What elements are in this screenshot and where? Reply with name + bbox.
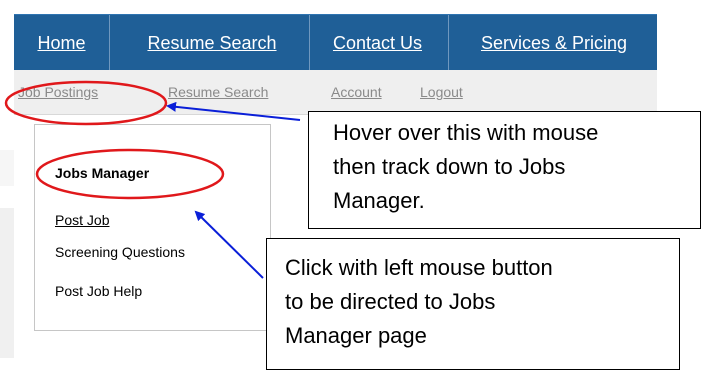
subnav-resume-search-link[interactable]: Resume Search [168, 70, 268, 114]
job-postings-dropdown-menu: Jobs Manager Post Job Screening Question… [34, 124, 271, 331]
callout-line: Hover over this with mouse [333, 120, 599, 145]
menu-item-post-job-help[interactable]: Post Job Help [55, 283, 142, 299]
menu-item-post-job[interactable]: Post Job [55, 212, 109, 228]
subnav-logout-link[interactable]: Logout [420, 70, 463, 114]
left-edge-gray-panel [0, 208, 14, 358]
top-navigation-bar: Home Resume Search Contact Us Services &… [14, 14, 657, 71]
subnav-account-link[interactable]: Account [331, 70, 382, 114]
callout-line: Manager. [333, 188, 425, 213]
nav-home-link[interactable]: Home [14, 15, 109, 71]
nav-contact-us-link[interactable]: Contact Us [310, 15, 445, 71]
subnav-job-postings-link[interactable]: Job Postings [18, 70, 98, 114]
hover-instruction-callout: Hover over this with mouse then track do… [308, 111, 701, 229]
nav-services-pricing-link[interactable]: Services & Pricing [451, 15, 657, 71]
callout-line: then track down to Jobs [333, 154, 566, 179]
click-instruction-callout: Click with left mouse button to be direc… [266, 238, 680, 370]
callout-line: to be directed to Jobs [285, 289, 496, 314]
nav-separator [109, 15, 110, 71]
sub-navigation-bar: Job Postings Resume Search Account Logou… [14, 70, 657, 115]
nav-separator [448, 15, 449, 71]
menu-item-screening-questions[interactable]: Screening Questions [55, 244, 185, 260]
nav-resume-search-link[interactable]: Resume Search [117, 15, 307, 71]
callout-line: Click with left mouse button [285, 255, 553, 280]
callout-line: Manager page [285, 323, 427, 348]
left-edge-strip [0, 150, 14, 186]
menu-item-jobs-manager[interactable]: Jobs Manager [55, 165, 149, 181]
